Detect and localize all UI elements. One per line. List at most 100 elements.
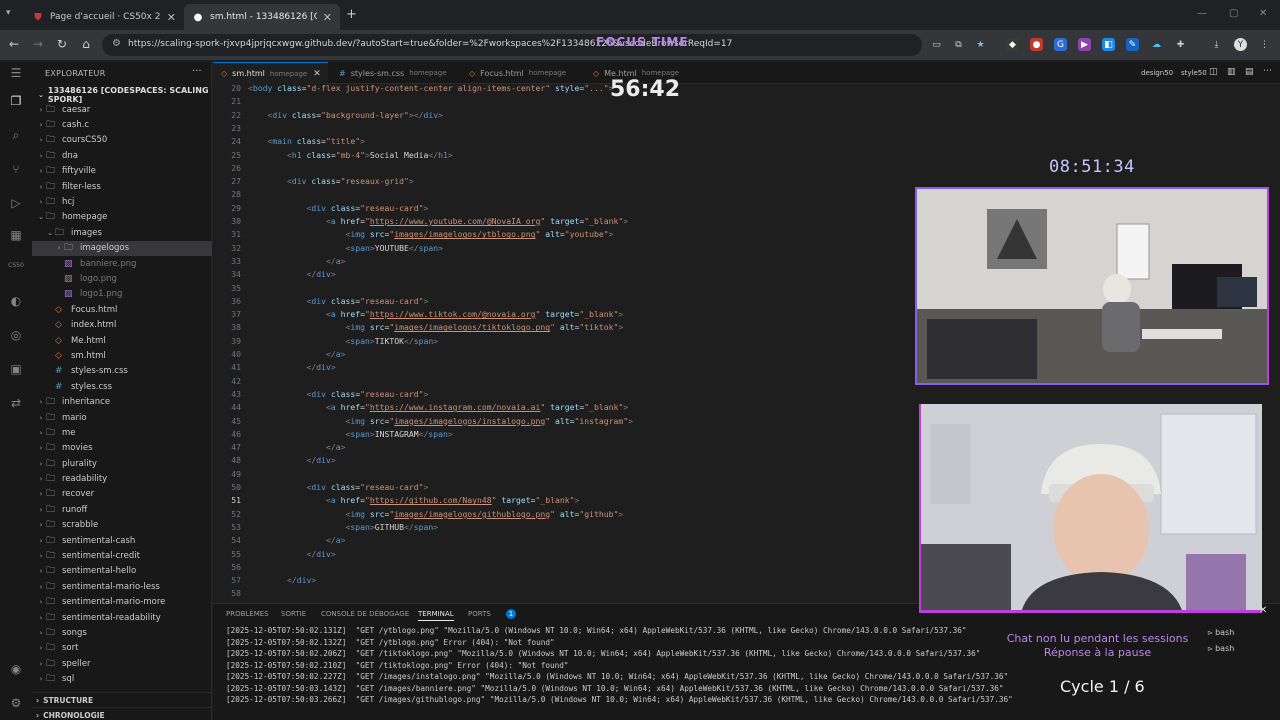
design50-button[interactable]: design50	[1141, 69, 1173, 77]
back-icon[interactable]: ←	[6, 37, 22, 51]
editor-tab-focus-html[interactable]: ◇ Focus.html homepage	[461, 62, 571, 84]
terminal-instance-bash[interactable]: ⊳ bash	[1207, 628, 1234, 637]
tree-folder[interactable]: › 🗀 filter-less	[32, 179, 212, 194]
site-info-icon[interactable]: ⚙	[112, 38, 121, 49]
tree-file[interactable]: ▨ logo.png	[32, 271, 212, 286]
download-icon[interactable]: ⤓	[1210, 38, 1223, 51]
code-line[interactable]: 45 <img src="images/imagelogos/instalogo…	[213, 416, 913, 429]
source-control-icon[interactable]: ⑂	[8, 162, 24, 178]
tree-folder[interactable]: › 🗀 inheritance	[32, 394, 212, 409]
code-line[interactable]: 52 <img src="images/imagelogos/githublog…	[213, 509, 913, 522]
close-icon[interactable]: ✕	[323, 11, 332, 24]
code-line[interactable]: 23	[213, 123, 913, 136]
timeline-section[interactable]: › CHRONOLOGIE	[32, 707, 212, 720]
extensions-puzzle-icon[interactable]: ✚	[1174, 38, 1187, 51]
cast-icon[interactable]: ⧉	[952, 38, 965, 51]
code-line[interactable]: 50 <div class="reseau-card">	[213, 482, 913, 495]
code-line[interactable]: 36 <div class="reseau-card">	[213, 296, 913, 309]
tree-folder[interactable]: › 🗀 coursCS50	[32, 133, 212, 148]
close-icon[interactable]: ✕	[167, 11, 176, 24]
tree-folder[interactable]: ⌄ 🗀 homepage	[32, 210, 212, 225]
reload-icon[interactable]: ↻	[54, 37, 70, 51]
code-line[interactable]: 42	[213, 376, 913, 389]
browser-tab-codespace[interactable]: ● sm.html - 133486126 [Codespa ✕	[184, 4, 340, 30]
extension-shield-icon[interactable]: ◆	[1006, 38, 1019, 51]
code-line[interactable]: 58	[213, 588, 913, 601]
code-line[interactable]: 40 </a>	[213, 349, 913, 362]
duck-icon[interactable]: ◐	[8, 294, 24, 310]
tree-folder[interactable]: › 🗀 mario	[32, 410, 212, 425]
code-line[interactable]: 31 <img src="images/imagelogos/ytblogo.p…	[213, 229, 913, 242]
remote-explorer-icon[interactable]: ▣	[8, 362, 24, 378]
tree-file[interactable]: ◇ Me.html	[32, 333, 212, 348]
live-share-icon[interactable]: ⇄	[8, 396, 24, 412]
tab-debug-console[interactable]: CONSOLE DE DÉBOGAGE	[321, 610, 409, 618]
maximize-icon[interactable]: ▢	[1229, 8, 1238, 19]
settings-gear-icon[interactable]: ⚙	[8, 696, 24, 712]
tree-folder[interactable]: › 🗀 scrabble	[32, 518, 212, 533]
tree-file[interactable]: ◇ index.html	[32, 317, 212, 332]
tree-folder[interactable]: ⌄ 🗀 images	[32, 225, 212, 240]
style50-button[interactable]: style50	[1181, 69, 1207, 77]
tree-folder[interactable]: › 🗀 songs	[32, 625, 212, 640]
code-line[interactable]: 48 </div>	[213, 455, 913, 468]
code-line[interactable]: 29 <div class="reseau-card">	[213, 203, 913, 216]
code-line[interactable]: 27 <div class="reseaux-grid">	[213, 176, 913, 189]
browser-tab-cs50[interactable]: ⛊ Page d'accueil · CS50x 2025 ✕	[24, 4, 184, 30]
tree-folder[interactable]: › 🗀 caesar	[32, 102, 212, 117]
tree-folder[interactable]: › 🗀 sentimental-cash	[32, 533, 212, 548]
code-line[interactable]: 57 </div>	[213, 575, 913, 588]
code-line[interactable]: 25 <h1 class="mb-4">Social Media</h1>	[213, 150, 913, 163]
code-line[interactable]: 24 <main class="title">	[213, 136, 913, 149]
code-line[interactable]: 34 </div>	[213, 269, 913, 282]
tab-ports[interactable]: PORTS	[468, 610, 491, 618]
search-icon[interactable]: ⌕	[8, 128, 24, 144]
open-preview-icon[interactable]: ◫	[1209, 67, 1218, 77]
code-line[interactable]: 47 </a>	[213, 442, 913, 455]
code-line[interactable]: 54 </a>	[213, 535, 913, 548]
tree-folder[interactable]: › 🗀 dna	[32, 148, 212, 163]
extension-capture-icon[interactable]: ◧	[1102, 38, 1115, 51]
forward-icon[interactable]: →	[30, 37, 46, 51]
code-line[interactable]: 20 <body class="d-flex justify-content-ce…	[213, 83, 913, 96]
bookmark-star-icon[interactable]: ★	[974, 38, 987, 51]
tree-file[interactable]: ◇ sm.html	[32, 348, 212, 363]
tree-folder[interactable]: › 🗀 fiftyville	[32, 164, 212, 179]
close-tab-icon[interactable]: ✕	[313, 69, 321, 79]
extension-record-icon[interactable]: ●	[1030, 38, 1043, 51]
code-line[interactable]: 39 <span>TIKTOK</span>	[213, 336, 913, 349]
tree-folder[interactable]: › 🗀 recover	[32, 487, 212, 502]
tree-folder[interactable]: › 🗀 me	[32, 425, 212, 440]
code-line[interactable]: 38 <img src="images/imagelogos/tiktoklog…	[213, 322, 913, 335]
code-line[interactable]: 28	[213, 189, 913, 202]
window-close-icon[interactable]: ✕	[1259, 8, 1267, 19]
tree-folder[interactable]: › 🗀 movies	[32, 441, 212, 456]
run-debug-icon[interactable]: ▷	[8, 196, 24, 212]
minimize-icon[interactable]: —	[1197, 8, 1207, 19]
code-line[interactable]: 51 <a href="https://github.com/Nayn48" t…	[213, 495, 913, 508]
code-editor[interactable]: 20 <body class="d-flex justify-content-ce…	[213, 83, 913, 603]
tree-file[interactable]: ◇ Focus.html	[32, 302, 212, 317]
code-line[interactable]: 37 <a href="https://www.tiktok.com/@nova…	[213, 309, 913, 322]
tree-file[interactable]: ▨ logo1.png	[32, 287, 212, 302]
tree-folder[interactable]: › 🗀 cash.c	[32, 117, 212, 132]
code-line[interactable]: 43 <div class="reseau-card">	[213, 389, 913, 402]
more-actions-icon[interactable]: ···	[192, 66, 202, 77]
cs50-icon[interactable]: CS50	[8, 262, 24, 278]
code-line[interactable]: 41 </div>	[213, 362, 913, 375]
outline-section[interactable]: › STRUCTURE	[32, 692, 212, 707]
tree-folder[interactable]: › 🗀 sql	[32, 671, 212, 686]
code-line[interactable]: 53 <span>GITHUB</span>	[213, 522, 913, 535]
code-line[interactable]: 55 </div>	[213, 549, 913, 562]
profile-avatar[interactable]: Y	[1234, 38, 1247, 51]
code-line[interactable]: 32 <span>YOUTUBE</span>	[213, 243, 913, 256]
github-icon[interactable]: ◎	[8, 328, 24, 344]
tree-folder[interactable]: › 🗀 readability	[32, 471, 212, 486]
code-line[interactable]: 33 </a>	[213, 256, 913, 269]
code-line[interactable]: 46 <span>INSTAGRAM</span>	[213, 429, 913, 442]
tree-file[interactable]: # styles-sm.css	[32, 364, 212, 379]
new-tab-button[interactable]: +	[346, 7, 357, 22]
tree-folder[interactable]: › 🗀 plurality	[32, 456, 212, 471]
tab-search-icon[interactable]: ▾	[6, 8, 11, 18]
tab-terminal[interactable]: TERMINAL	[418, 610, 454, 621]
